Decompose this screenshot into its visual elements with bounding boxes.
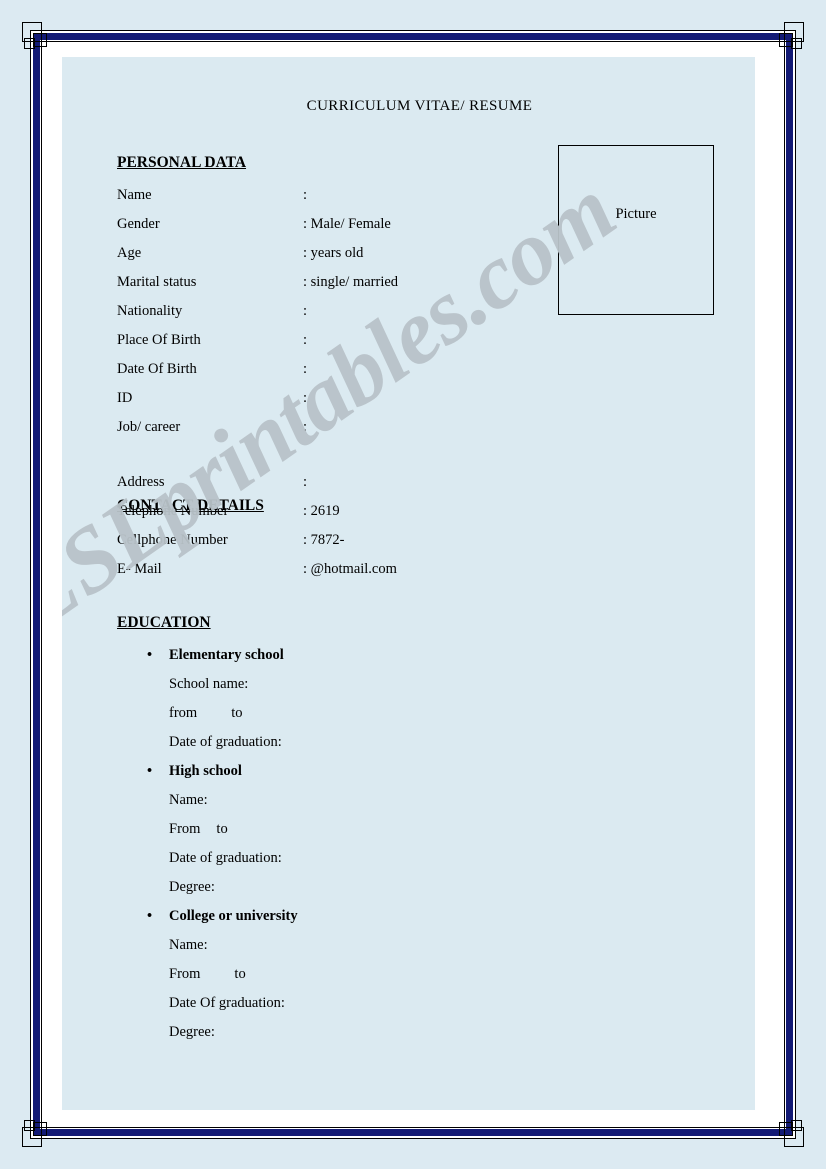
corner-ornament-top-right (770, 22, 804, 56)
corner-ornament-bottom-left (22, 1113, 56, 1147)
page-border-inner-rule (41, 41, 785, 1128)
corner-ornament-top-left (22, 22, 56, 56)
decorative-page-border (22, 22, 804, 1147)
corner-ornament-bottom-right (770, 1113, 804, 1147)
